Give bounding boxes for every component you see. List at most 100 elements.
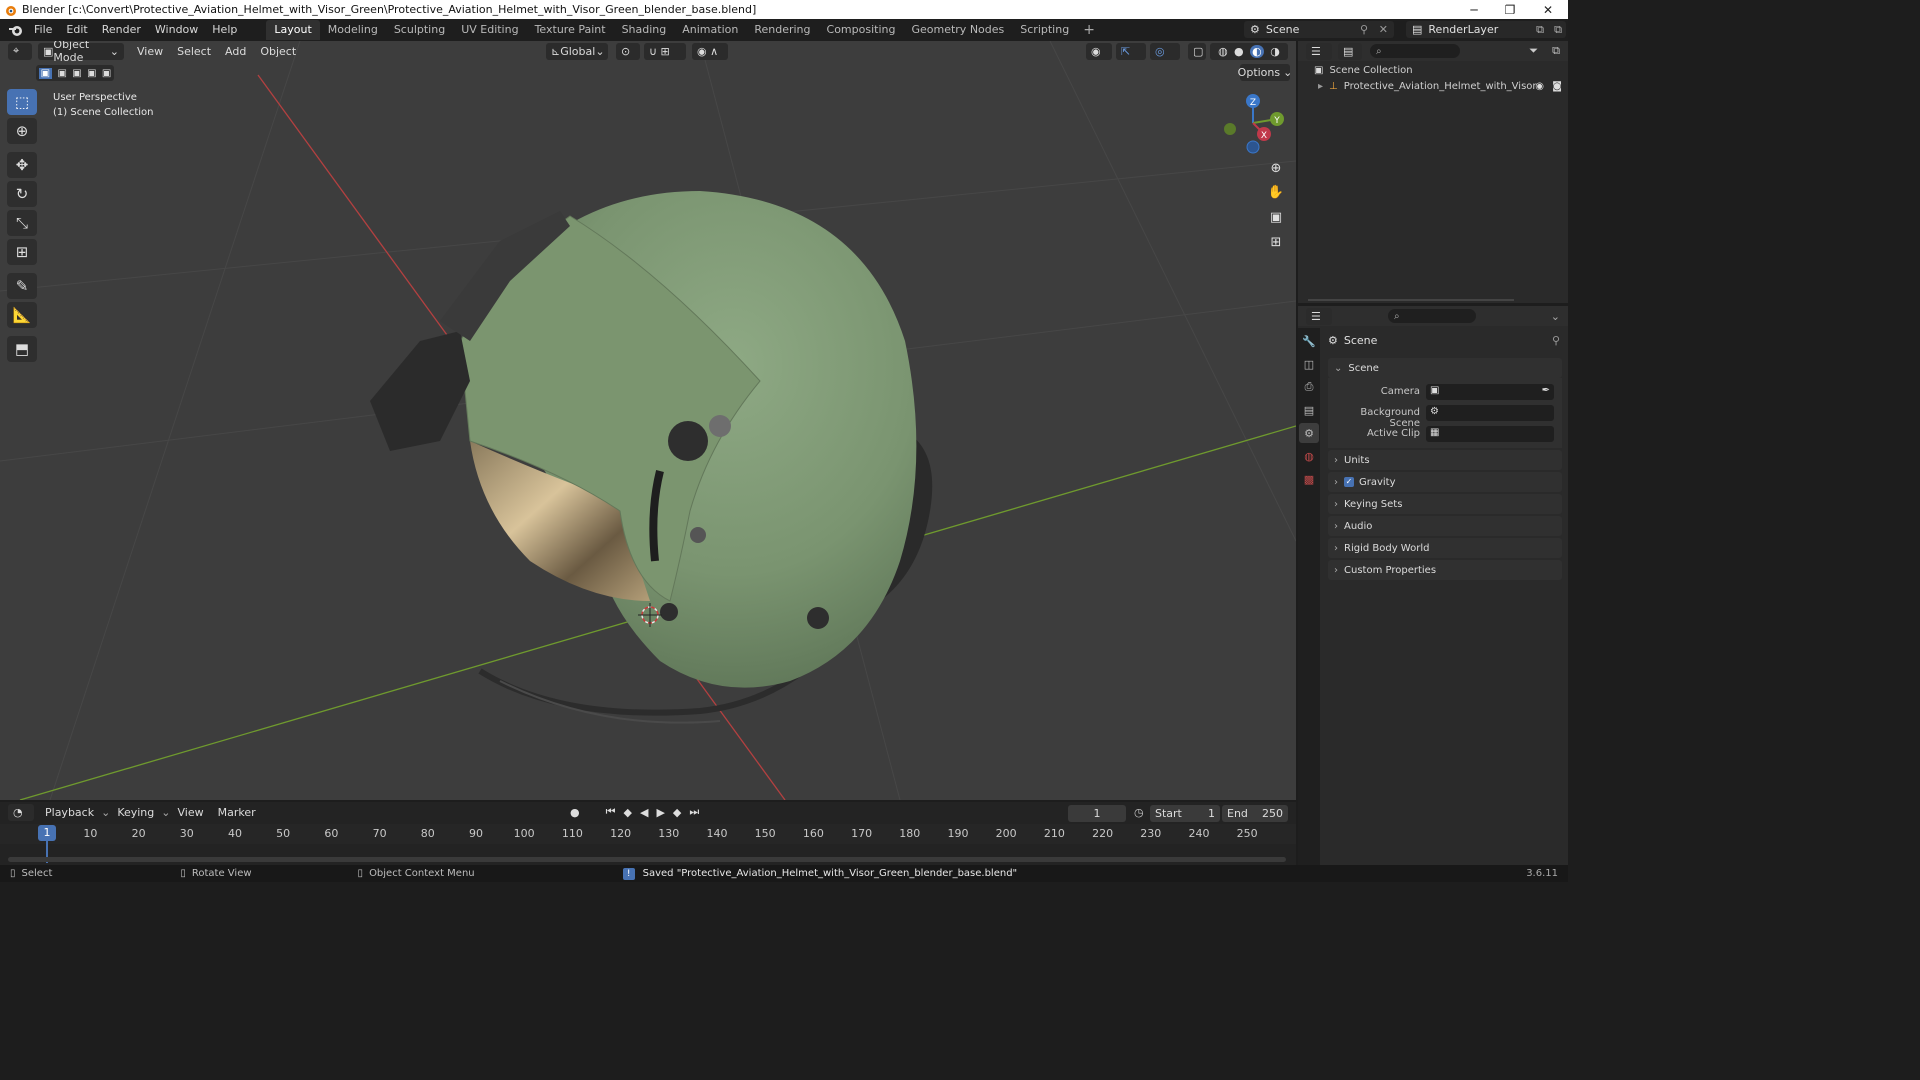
- navigation-gizmo[interactable]: Z Y X: [1220, 93, 1290, 163]
- menu-select[interactable]: Select: [170, 45, 218, 58]
- world-tab[interactable]: ◍: [1299, 446, 1319, 466]
- remove-scene-icon[interactable]: ✕: [1379, 23, 1388, 36]
- menu-render[interactable]: Render: [95, 19, 148, 41]
- select-box-tool[interactable]: ⬚: [7, 89, 37, 115]
- outliner-editor-type[interactable]: ☰: [1306, 42, 1332, 60]
- menu-window[interactable]: Window: [148, 19, 205, 41]
- select-extend-icon[interactable]: ▣: [57, 68, 66, 79]
- tab-uv-editing[interactable]: UV Editing: [453, 20, 526, 40]
- new-collection-icon[interactable]: ⧉: [1552, 44, 1560, 58]
- tab-sculpting[interactable]: Sculpting: [386, 20, 453, 40]
- add-workspace-button[interactable]: +: [1077, 22, 1101, 38]
- timeline-scrollbar[interactable]: [8, 857, 1286, 862]
- rendered-shading-icon[interactable]: ◑: [1270, 45, 1280, 58]
- editor-type-button[interactable]: ⌖: [8, 42, 32, 60]
- visibility-button[interactable]: ◉: [1086, 42, 1112, 60]
- filter-icon[interactable]: ⏷: [1529, 44, 1538, 58]
- pin-icon[interactable]: ⚲: [1552, 334, 1560, 347]
- properties-editor-type[interactable]: ☰: [1306, 307, 1332, 325]
- next-keyframe-icon[interactable]: ◆: [673, 806, 681, 819]
- play-reverse-icon[interactable]: ◀: [640, 806, 648, 819]
- wireframe-shading-icon[interactable]: ◍: [1218, 45, 1228, 58]
- properties-search-input[interactable]: ⌕: [1388, 309, 1476, 323]
- maximize-button[interactable]: ❐: [1492, 0, 1528, 19]
- menu-marker[interactable]: Marker: [211, 806, 263, 819]
- jump-end-icon[interactable]: ⏭: [689, 805, 699, 819]
- tool-tab[interactable]: 🔧: [1299, 331, 1319, 351]
- close-button[interactable]: ✕: [1530, 0, 1566, 19]
- camera-view-button[interactable]: ▣: [1265, 206, 1287, 228]
- select-invert-icon[interactable]: ▣: [87, 68, 96, 79]
- rigid-body-world-panel[interactable]: › Rigid Body World: [1328, 538, 1562, 558]
- outliner-search-input[interactable]: ⌕: [1370, 44, 1460, 58]
- tab-layout[interactable]: Layout: [266, 20, 320, 40]
- gravity-panel[interactable]: › ✓ Gravity: [1328, 472, 1562, 492]
- remove-layer-icon[interactable]: ⧉: [1554, 23, 1562, 37]
- selection-mode-group[interactable]: ▣ ▣ ▣ ▣ ▣: [36, 65, 114, 81]
- tab-modeling[interactable]: Modeling: [320, 20, 386, 40]
- menu-object[interactable]: Object: [253, 45, 303, 58]
- units-panel[interactable]: › Units: [1328, 450, 1562, 470]
- material-shading-icon[interactable]: ◐: [1249, 44, 1264, 58]
- frame-ruler[interactable]: 10 20 30 40 50 60 70 80 90 100 110 120 130 140 150 160 1…: [0, 824, 1296, 844]
- viewlayer-selector[interactable]: ▤ RenderLayer ⧉ ⧉: [1406, 21, 1566, 38]
- shading-mode-group[interactable]: ◍ ● ◐ ◑: [1210, 42, 1288, 60]
- current-frame-field[interactable]: 1: [1068, 805, 1126, 822]
- menu-view[interactable]: View: [130, 45, 170, 58]
- measure-tool[interactable]: 📐: [7, 302, 37, 328]
- tab-geometry-nodes[interactable]: Geometry Nodes: [903, 20, 1012, 40]
- display-mode-button[interactable]: ▤: [1338, 42, 1362, 60]
- tab-animation[interactable]: Animation: [674, 20, 746, 40]
- camera-field[interactable]: ▣ ✒: [1426, 384, 1554, 400]
- options-button[interactable]: Options ⌄: [1238, 64, 1292, 81]
- gravity-checkbox[interactable]: ✓: [1344, 477, 1354, 487]
- preview-range-icon[interactable]: ◷: [1134, 806, 1144, 819]
- select-new-icon[interactable]: ▣: [38, 67, 53, 79]
- new-layer-icon[interactable]: ⧉: [1536, 23, 1544, 37]
- tab-rendering[interactable]: Rendering: [746, 20, 818, 40]
- menu-timeline-view[interactable]: View: [170, 806, 210, 819]
- tab-compositing[interactable]: Compositing: [819, 20, 904, 40]
- scene-panel-header[interactable]: ⌄ Scene: [1328, 358, 1562, 378]
- proportional-edit-button[interactable]: ◉ ∧: [692, 42, 728, 60]
- mode-selector[interactable]: ▣ Object Mode ⌄: [38, 41, 124, 64]
- render-tab[interactable]: ◫: [1299, 354, 1319, 374]
- gizmo-neg-z[interactable]: [1246, 140, 1260, 154]
- annotate-tool[interactable]: ✎: [7, 273, 37, 299]
- solid-shading-icon[interactable]: ●: [1234, 45, 1244, 58]
- 3d-viewport[interactable]: ⌖ ▣ Object Mode ⌄ View Select Add Object…: [0, 41, 1296, 800]
- background-scene-field[interactable]: ⚙: [1426, 405, 1554, 421]
- snap-button[interactable]: ∪ ⊞: [644, 42, 686, 60]
- menu-help[interactable]: Help: [205, 19, 244, 41]
- outliner-row-scene-collection[interactable]: ▣ Scene Collection: [1314, 65, 1413, 76]
- end-frame-field[interactable]: End 250: [1222, 805, 1288, 822]
- expand-arrow-icon[interactable]: ▸: [1318, 81, 1323, 92]
- play-icon[interactable]: ▶: [656, 806, 664, 819]
- tab-scripting[interactable]: Scripting: [1012, 20, 1077, 40]
- menu-playback[interactable]: Playback: [38, 806, 101, 819]
- active-clip-field[interactable]: ▦: [1426, 426, 1554, 442]
- custom-properties-panel[interactable]: › Custom Properties: [1328, 560, 1562, 580]
- pan-button[interactable]: ✋: [1265, 181, 1287, 203]
- transform-tool[interactable]: ⊞: [7, 239, 37, 265]
- move-tool[interactable]: ✥: [7, 152, 37, 178]
- outliner-scrollbar[interactable]: [1308, 299, 1514, 301]
- select-intersect-icon[interactable]: ▣: [102, 68, 111, 79]
- blender-menu-icon[interactable]: [7, 23, 25, 37]
- minimize-button[interactable]: ─: [1456, 0, 1492, 19]
- zoom-button[interactable]: ⊕: [1265, 157, 1287, 179]
- jump-start-icon[interactable]: ⏮: [606, 805, 616, 819]
- select-subtract-icon[interactable]: ▣: [72, 68, 81, 79]
- outliner-row-object[interactable]: ▸ ⊥ Protective_Aviation_Helmet_with_Viso…: [1318, 81, 1564, 92]
- gizmo-neg-y[interactable]: [1224, 123, 1236, 135]
- prev-keyframe-icon[interactable]: ◆: [624, 806, 632, 819]
- cursor-tool[interactable]: ⊕: [7, 118, 37, 144]
- perspective-toggle-button[interactable]: ⊞: [1265, 231, 1287, 253]
- xray-button[interactable]: ▢: [1188, 42, 1206, 60]
- menu-add[interactable]: Add: [218, 45, 253, 58]
- playhead[interactable]: 1: [38, 825, 56, 841]
- start-frame-field[interactable]: Start 1: [1150, 805, 1220, 822]
- keying-sets-panel[interactable]: › Keying Sets: [1328, 494, 1562, 514]
- tab-shading[interactable]: Shading: [614, 20, 675, 40]
- eyedropper-icon[interactable]: ✒: [1542, 385, 1550, 396]
